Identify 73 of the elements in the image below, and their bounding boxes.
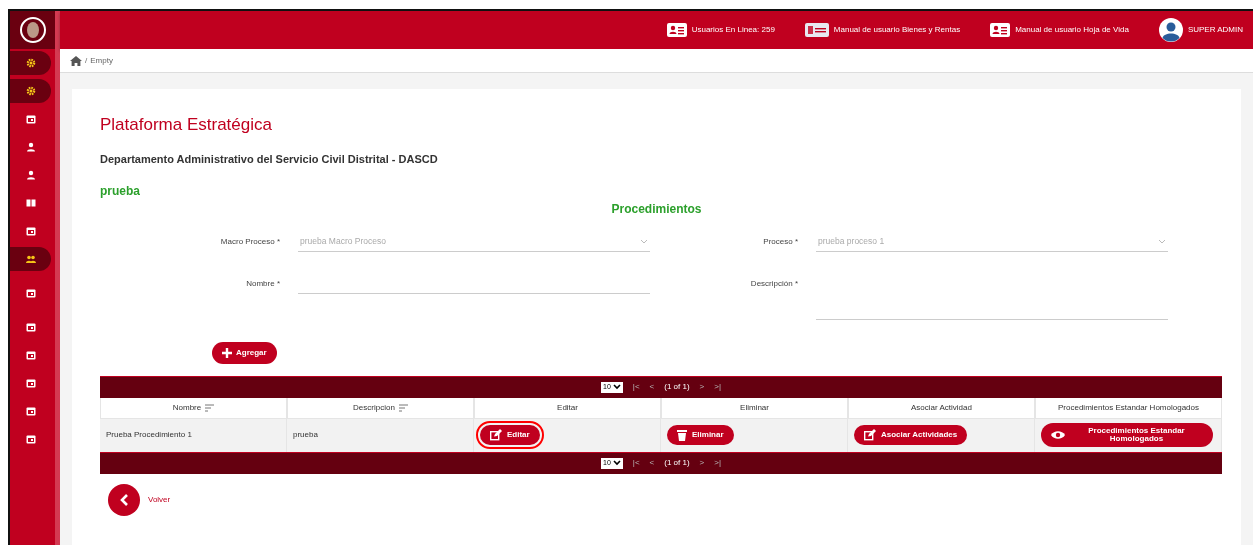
chevron-down-icon: [1158, 237, 1166, 245]
calendar-icon: [25, 114, 36, 124]
page-title: Plataforma Estratégica: [100, 115, 273, 136]
next-page-button[interactable]: >: [699, 457, 705, 470]
chevron-left-icon: [119, 493, 129, 506]
page-report: (1 of 1): [664, 381, 690, 394]
first-page-button[interactable]: |<: [632, 381, 640, 394]
sidebar-item[interactable]: [10, 79, 51, 103]
calendar-icon: [25, 406, 36, 416]
row-action-button[interactable]: Eliminar: [667, 425, 734, 446]
column-header: Asociar Actividad: [848, 397, 1035, 419]
last-page-button[interactable]: >|: [714, 457, 721, 470]
calendar-icon: [25, 288, 36, 298]
gear-icon: [25, 86, 36, 96]
prev-page-button[interactable]: <: [649, 381, 655, 394]
calendar-icon: [25, 434, 36, 444]
section-title: Procedimientos: [610, 200, 703, 218]
add-button[interactable]: Agregar: [212, 341, 277, 364]
first-page-button[interactable]: |<: [632, 457, 640, 470]
card-icon: [804, 23, 829, 37]
chevron-down-icon: [612, 384, 621, 391]
table-cell: prueba: [287, 418, 474, 452]
sort-icon: [205, 403, 215, 412]
field-label: Macro Proceso *: [219, 235, 281, 248]
breadcrumb-separator: /: [85, 54, 88, 67]
column-header: Editar: [474, 397, 661, 419]
calendar-icon: [25, 322, 36, 332]
calendar-icon: [25, 350, 36, 360]
plus-icon: [222, 347, 232, 358]
topbar-link[interactable]: Manual de usuario Bienes y Rentas: [833, 24, 961, 36]
column-header[interactable]: Descripcion: [287, 397, 474, 419]
book-icon: [25, 198, 36, 208]
id-card-icon: [666, 23, 687, 37]
calendar-icon: [25, 226, 36, 236]
table-cell: Prueba Procedimiento 1: [100, 418, 287, 452]
people-icon: [25, 254, 36, 264]
field-label: Proceso *: [762, 235, 799, 248]
subtitle: prueba: [100, 182, 141, 200]
home-icon: [70, 55, 82, 66]
person-icon: [25, 170, 36, 180]
person-icon: [25, 142, 36, 152]
row-action-button[interactable]: Asociar Actividades: [854, 425, 968, 446]
id-card-icon: [990, 23, 1011, 37]
next-page-button[interactable]: >: [699, 381, 705, 394]
topbar-link[interactable]: Manual de usuario Hoja de Vida: [1015, 24, 1129, 36]
edit-icon: [864, 429, 876, 442]
last-page-button[interactable]: >|: [714, 381, 721, 394]
gear-icon: [25, 58, 36, 68]
logo-icon: [18, 16, 47, 44]
back-button[interactable]: [108, 483, 140, 516]
topbar-link[interactable]: SUPER ADMIN: [1187, 24, 1243, 36]
edit-icon: [490, 429, 502, 442]
avatar-icon: [1158, 18, 1183, 42]
trash-icon: [677, 429, 687, 442]
column-header: Procedimientos Estandar Homologados: [1035, 397, 1222, 419]
chevron-down-icon: [612, 460, 621, 467]
entity-name: Departamento Administrativo del Servicio Civil Distrital - DASCD: [100, 152, 439, 168]
sidebar-item[interactable]: [10, 247, 51, 271]
sort-icon: [398, 403, 408, 412]
column-header[interactable]: Nombre: [100, 397, 287, 419]
row-action-button[interactable]: Procedimientos Estandar Homologados: [1041, 423, 1213, 448]
back-label: Volver: [148, 493, 171, 506]
eye-icon: [1051, 430, 1065, 441]
sidebar-item[interactable]: [10, 51, 51, 75]
chevron-down-icon: [640, 237, 648, 245]
field-label: Descripción *: [749, 277, 799, 290]
calendar-icon: [25, 378, 36, 388]
field-label: Nombre *: [245, 277, 281, 290]
topbar-link[interactable]: Usuarios En Linea: 259: [691, 24, 775, 36]
page-report: (1 of 1): [664, 457, 690, 470]
breadcrumb-item: Empty: [90, 54, 113, 67]
prev-page-button[interactable]: <: [649, 457, 655, 470]
column-header: Eliminar: [661, 397, 848, 419]
